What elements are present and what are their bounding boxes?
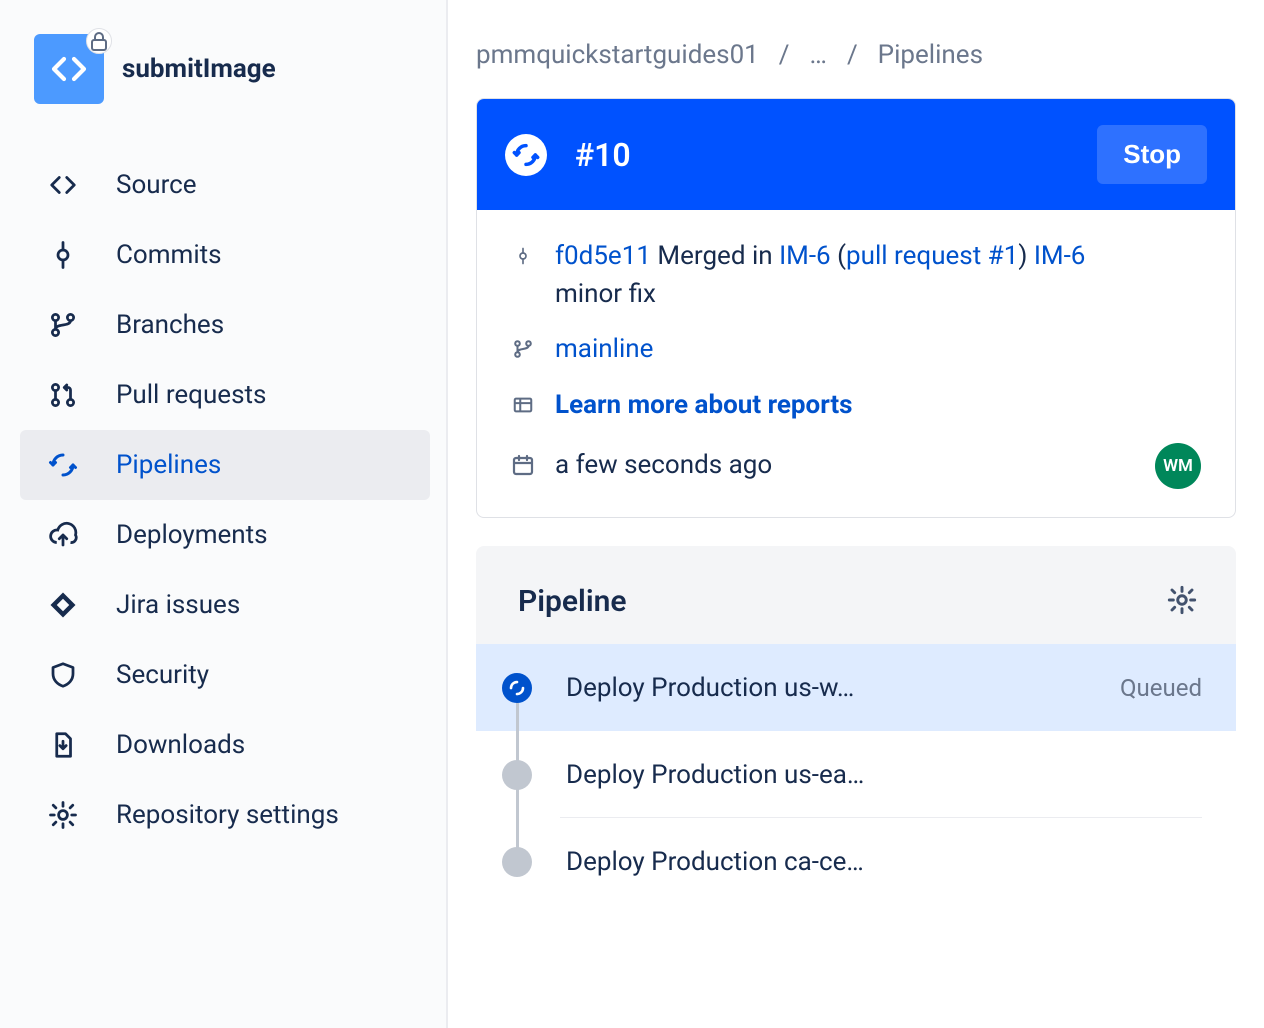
sidebar-item-jira[interactable]: Jira issues [20,570,430,640]
branch-icon [511,335,535,363]
issue-link[interactable]: IM-6 [1034,241,1086,271]
sidebar-item-security[interactable]: Security [20,640,430,710]
sidebar-item-deployments[interactable]: Deployments [20,500,430,570]
branch-row: mainline [511,331,1201,369]
cloud-upload-icon [48,520,78,550]
code-icon [49,49,89,89]
issue-link[interactable]: IM-6 [779,241,831,271]
commit-merged-text: Merged in [651,241,779,271]
calendar-icon [511,451,535,479]
commit-message: minor fix [555,279,656,309]
run-header: #10 Stop [477,99,1235,210]
avatar[interactable]: WM [1155,443,1201,489]
time-avatar-row: a few seconds ago WM [511,443,1201,489]
sidebar-item-branches[interactable]: Branches [20,290,430,360]
pipeline-step[interactable]: Deploy Production ca-ce… [476,818,1236,905]
pipeline-step[interactable]: Deploy Production us-w… Queued [476,644,1236,731]
sidebar-item-label: Pull requests [116,380,266,410]
breadcrumb: pmmquickstartguides01 / … / Pipelines [476,40,1236,70]
sidebar: submitImage Source Commits Branches Pull… [0,0,448,1028]
reports-row: Learn more about reports [511,387,1201,425]
run-body: f0d5e11 Merged in IM-6 (pull request #1)… [477,210,1235,517]
pipeline-steps-header: Pipeline [476,572,1236,644]
download-icon [48,730,78,760]
jira-icon [48,590,78,620]
lock-badge [86,28,112,54]
run-time: a few seconds ago [555,447,772,485]
sidebar-item-label: Branches [116,310,224,340]
run-number: #10 [575,136,1069,174]
pipeline-icon [48,450,78,480]
pipeline-settings-button[interactable] [1166,584,1198,620]
pipeline-steps-card: Pipeline Deploy Production us-w… Queued … [476,546,1236,905]
breadcrumb-sep: / [779,40,790,70]
branch-link[interactable]: mainline [555,331,653,369]
pull-request-icon [48,380,78,410]
code-icon [48,170,78,200]
step-status-running-icon [502,673,532,703]
sidebar-nav: Source Commits Branches Pull requests Pi… [20,150,430,850]
pipeline-title: Pipeline [518,584,627,619]
sidebar-item-label: Pipelines [116,450,221,480]
sidebar-item-label: Commits [116,240,222,270]
sidebar-item-label: Downloads [116,730,245,760]
step-status-pending-icon [502,760,532,790]
sidebar-item-pull-requests[interactable]: Pull requests [20,360,430,430]
shield-icon [48,660,78,690]
step-name: Deploy Production us-w… [566,673,1086,703]
sidebar-item-label: Repository settings [116,800,339,830]
sidebar-item-pipelines[interactable]: Pipelines [20,430,430,500]
repo-header: submitImage [20,24,430,132]
gear-icon [1166,584,1198,616]
pipeline-step[interactable]: Deploy Production us-ea… [476,731,1236,818]
paren-open: ( [831,241,846,271]
sidebar-item-label: Security [116,660,209,690]
sidebar-item-settings[interactable]: Repository settings [20,780,430,850]
running-status-icon [505,134,547,176]
commit-icon [511,242,535,270]
branch-icon [48,310,78,340]
stop-button[interactable]: Stop [1097,125,1207,184]
sidebar-item-label: Source [116,170,197,200]
commit-hash-link[interactable]: f0d5e11 [555,241,651,271]
paren-close: ) [1018,241,1034,271]
sidebar-item-label: Deployments [116,520,268,550]
report-icon [511,391,535,419]
step-state: Queued [1120,674,1202,702]
pipeline-step-list: Deploy Production us-w… Queued Deploy Pr… [476,644,1236,905]
sidebar-item-downloads[interactable]: Downloads [20,710,430,780]
step-name: Deploy Production ca-ce… [566,847,1168,877]
repo-icon [34,34,104,104]
gear-icon [48,800,78,830]
lock-icon [87,21,111,61]
reports-link[interactable]: Learn more about reports [555,387,853,425]
commit-text: f0d5e11 Merged in IM-6 (pull request #1)… [555,238,1085,313]
step-name: Deploy Production us-ea… [566,760,1168,790]
step-status-pending-icon [502,847,532,877]
repo-name[interactable]: submitImage [122,54,276,84]
main-content: pmmquickstartguides01 / … / Pipelines #1… [448,0,1264,1028]
commit-row: f0d5e11 Merged in IM-6 (pull request #1)… [511,238,1201,313]
commit-icon [48,240,78,270]
sidebar-item-commits[interactable]: Commits [20,220,430,290]
pipeline-run-card: #10 Stop f0d5e11 Merged in IM-6 (pull re… [476,98,1236,518]
breadcrumb-ellipsis[interactable]: … [810,40,827,70]
breadcrumb-sep: / [847,40,858,70]
sidebar-item-source[interactable]: Source [20,150,430,220]
breadcrumb-project[interactable]: pmmquickstartguides01 [476,40,759,70]
breadcrumb-page[interactable]: Pipelines [878,40,983,70]
sidebar-item-label: Jira issues [116,590,240,620]
pull-request-link[interactable]: pull request #1 [846,241,1018,271]
